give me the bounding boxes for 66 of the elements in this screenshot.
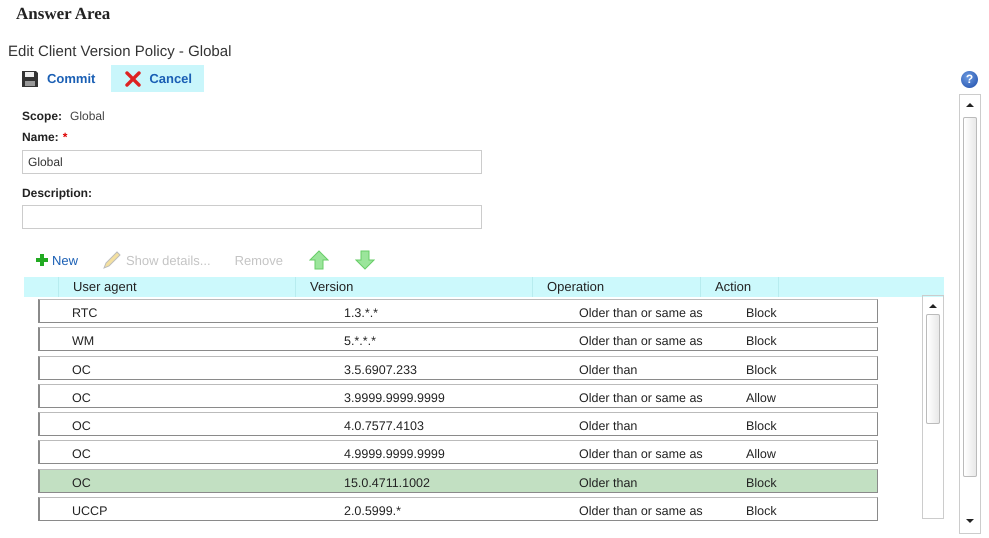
up-arrow-icon[interactable] (308, 250, 329, 270)
required-mark: * (62, 130, 68, 144)
table-cell-text: OC (72, 362, 92, 379)
pencil-icon (102, 251, 122, 269)
new-button[interactable]: New (36, 252, 78, 268)
table-row[interactable]: RTC 1.3.*.* Older than or same as Block (38, 299, 878, 323)
down-arrow-icon[interactable] (354, 250, 375, 270)
column-header[interactable]: Action (700, 277, 778, 297)
scrollbar[interactable] (958, 94, 980, 534)
scrollbar[interactable] (922, 295, 944, 519)
table-cell-text: 3.9999.9999.9999 (344, 390, 446, 407)
table-cell-text: Block (746, 504, 778, 520)
column-header[interactable]: Operation (532, 277, 700, 297)
table-cell-text: Older than or same as (579, 334, 704, 350)
table-cell-text: OC (72, 447, 92, 464)
description-label: Description: (22, 186, 92, 200)
table-cell-text: Older than or same as (579, 306, 704, 322)
table-cell-text: 3.5.6907.233 (344, 362, 418, 379)
table-cell-text: Block (746, 334, 778, 350)
name-field[interactable]: Global (22, 150, 482, 174)
name-label: Name: (22, 130, 59, 144)
heading: Answer Area (16, 4, 112, 25)
table-cell-text: Older than (579, 362, 638, 379)
table-cell-text: Older than or same as (579, 390, 704, 407)
table-cell-text: 1.3.*.* (344, 306, 380, 322)
description-field[interactable] (22, 205, 482, 229)
table-cell-text: Block (746, 306, 778, 322)
table-row[interactable]: OC 4.9999.9999.9999 Older than or same as Allow (38, 440, 878, 464)
table-cell-text: RTC (72, 306, 98, 322)
table-row[interactable]: UCCP 2.0.5999.* Older than or same as Block (38, 497, 878, 522)
table-cell-text: Older than or same as (579, 447, 704, 464)
table-cell-text: 4.0.7577.4103 (344, 419, 425, 436)
table-cell-text: Older than (579, 476, 638, 492)
table-cell-text: Block (746, 476, 778, 492)
table-cell-text: Block (746, 362, 778, 379)
scope-value: Global (70, 108, 105, 122)
column-header[interactable]: Version (295, 277, 532, 297)
scroll-thumb[interactable] (926, 314, 940, 424)
help-icon[interactable]: ? (961, 71, 978, 88)
commit-button[interactable]: Commit (16, 65, 108, 92)
table-cell-text: UCCP (72, 504, 108, 520)
scope-label: Scope: (22, 108, 62, 122)
window-title: Edit Client Version Policy - Global (8, 43, 232, 62)
table-cell-text: Allow (746, 390, 777, 407)
table-row[interactable]: OC 4.0.7577.4103 Older than Block (38, 412, 878, 436)
table-cell-text: 15.0.4711.1002 (344, 476, 431, 492)
table-cell-text: WM (72, 334, 96, 350)
table-row[interactable]: OC 15.0.4711.1002 Older than Block (38, 468, 878, 493)
table-cell-text: Allow (746, 447, 777, 464)
table-cell-text: 2.0.5999.* (344, 504, 402, 520)
table-cell-text: Older than (579, 419, 638, 436)
table-row[interactable]: OC 3.5.6907.233 Older than Block (38, 356, 878, 380)
plus-icon (36, 254, 48, 266)
table-cell-text: OC (72, 390, 92, 407)
column-header[interactable]: User agent (58, 277, 295, 297)
table-row[interactable]: WM 5.*.*.* Older than or same as Block (38, 327, 878, 352)
table-cell-text: 5.*.*.* (344, 334, 377, 350)
close-icon (125, 70, 142, 86)
table-cell-text: Block (746, 419, 778, 436)
table-cell-text: 4.9999.9999.9999 (344, 447, 446, 464)
scroll-thumb[interactable] (962, 117, 976, 477)
cancel-button[interactable]: Cancel (111, 65, 204, 92)
table-cell-text: Older than or same as (579, 504, 704, 520)
table-row[interactable]: OC 3.9999.9999.9999 Older than or same as Allow (38, 384, 878, 408)
table-cell-text: OC (72, 419, 92, 436)
table-cell-text: OC (72, 476, 92, 492)
